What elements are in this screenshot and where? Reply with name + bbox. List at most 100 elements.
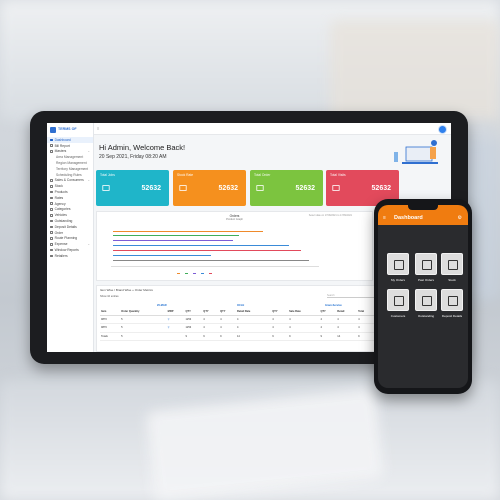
table-cell: 4	[357, 323, 376, 333]
group-label: OCLE	[237, 304, 245, 307]
chevron-down-icon: ⌄	[87, 242, 90, 247]
phone-tile[interactable]	[387, 289, 409, 311]
sidebar-item-label: Scheduling Rules	[56, 172, 82, 177]
summary-card[interactable]: Total Jobs 52632	[96, 170, 169, 206]
chart-date-range[interactable]: Select date on 17/09/2021 to 17/09/2021	[309, 214, 352, 217]
card-label: Total Visits	[330, 173, 346, 177]
sidebar-item-label: Rates	[54, 195, 64, 200]
sidebar-item-icon	[50, 248, 53, 252]
table-cell: 4	[288, 315, 320, 325]
legend-item	[185, 273, 189, 275]
sidebar-item-icon	[50, 231, 53, 234]
table-cell: 9	[219, 332, 236, 341]
sidebar-item-icon	[50, 184, 53, 188]
table-cell: 9876	[100, 323, 121, 333]
chart-line	[113, 231, 263, 232]
card-value: 52632	[295, 185, 315, 192]
sidebar-item-icon	[50, 202, 53, 205]
table-cell: 4	[357, 315, 376, 325]
entries-selector[interactable]: Show 10 entries	[100, 295, 119, 298]
phone-notch	[408, 205, 438, 210]
chart-line	[113, 260, 309, 261]
sidebar-item-icon	[50, 219, 53, 223]
app-logo[interactable]: TERMS OF	[47, 123, 93, 137]
group-label: Gram-Service	[325, 304, 342, 307]
phone-tile[interactable]	[441, 253, 463, 275]
sidebar-item-label: Dashboard	[54, 137, 71, 142]
tile-icon	[448, 296, 458, 306]
table-cell: 14	[336, 332, 358, 341]
settings-icon[interactable]: ⚙	[458, 215, 462, 221]
table-cell: 4	[319, 323, 337, 333]
legend-item	[177, 273, 181, 275]
sidebar-item-icon	[50, 138, 53, 142]
phone-tile[interactable]	[415, 253, 437, 275]
table-cell: 1253	[184, 323, 203, 333]
sidebar-item-label: Deposit Details	[54, 224, 77, 229]
tile-icon	[422, 260, 432, 270]
summary-card[interactable]: Stock Rate 52632	[173, 170, 246, 206]
table-cell: 4	[271, 315, 289, 325]
sidebar-item-icon	[50, 242, 53, 246]
summary-card[interactable]: Total Order 52632	[250, 170, 323, 206]
menu-toggle-icon[interactable]: ≡	[97, 126, 99, 131]
chart-subtitle: Product Graph	[226, 218, 243, 221]
chevron-down-icon: ⌄	[87, 178, 90, 183]
card-label: Stock Rate	[177, 173, 194, 177]
sidebar-item-icon	[50, 237, 53, 240]
sidebar-item-label: Stock	[54, 184, 63, 189]
sidebar-item-icon	[50, 196, 53, 200]
card-value: 52632	[141, 185, 161, 192]
logo-text: TERMS OF	[58, 127, 77, 132]
sidebar-item-label: Retailers	[54, 253, 68, 258]
phone-title: Dashboard	[394, 215, 423, 221]
desk-illustration	[394, 140, 438, 164]
chart-line	[113, 250, 301, 251]
group-label: 20-MAR	[157, 304, 167, 307]
table-cell: 1253	[184, 315, 203, 325]
sidebar-item-icon	[50, 213, 53, 217]
sidebar-item-label: Agency	[54, 201, 66, 206]
table-cell: 4	[336, 315, 358, 325]
table-cell: 4	[235, 323, 272, 333]
user-avatar[interactable]	[438, 124, 447, 134]
table-cell: 4	[235, 315, 272, 325]
table-heading: Item Wise / Brand Wise + Order Metrics	[100, 288, 153, 292]
phone-tile[interactable]	[387, 253, 409, 275]
table-cell: 4	[271, 323, 289, 333]
card-icon	[332, 185, 340, 191]
table-cell	[166, 332, 185, 341]
sidebar-item-icon	[50, 225, 53, 229]
phone-menu-icon[interactable]: ≡	[383, 215, 386, 221]
chart-line	[113, 245, 289, 246]
table-cell: ⚲	[166, 315, 185, 325]
table-cell: ⚲	[166, 323, 185, 333]
phone-tile-label: Customers	[390, 314, 406, 318]
sidebar-item-label: Bill Report	[54, 143, 70, 148]
sidebar-item[interactable]: Retailers	[47, 253, 93, 259]
tile-icon	[394, 296, 404, 306]
table-cell: 5	[120, 332, 167, 341]
sidebar-item-label: Area Management	[56, 155, 84, 160]
sidebar-item-label: Sales & Consumers	[54, 178, 84, 183]
sidebar-item-icon	[50, 254, 53, 258]
table-cell: 4	[336, 323, 358, 333]
location-pin-icon[interactable]: ⚲	[168, 326, 170, 329]
sidebar-item-label: Window Reports	[54, 248, 79, 253]
table-cell: 9	[288, 332, 320, 341]
sidebar-item-label: Categories	[54, 207, 71, 212]
tile-icon	[422, 296, 432, 306]
card-icon	[256, 185, 264, 191]
card-value: 52632	[371, 185, 391, 192]
phone-screen: ≡ Dashboard ⚙ My Orders Past Orders Stock C…	[378, 205, 468, 388]
chart-legend	[177, 273, 213, 275]
top-bar: ≡	[94, 123, 451, 135]
location-pin-icon[interactable]: ⚲	[168, 318, 170, 321]
sidebar: TERMS OF Dashboard Bill Report Masters ⌄ Are…	[47, 123, 94, 352]
sidebar-item-label: Masters	[54, 149, 67, 154]
phone-tile[interactable]	[441, 289, 463, 311]
sidebar-item-label: Vehicles	[54, 213, 67, 218]
card-icon	[102, 185, 110, 191]
phone-tile[interactable]	[415, 289, 437, 311]
card-label: Total Jobs	[100, 173, 115, 177]
